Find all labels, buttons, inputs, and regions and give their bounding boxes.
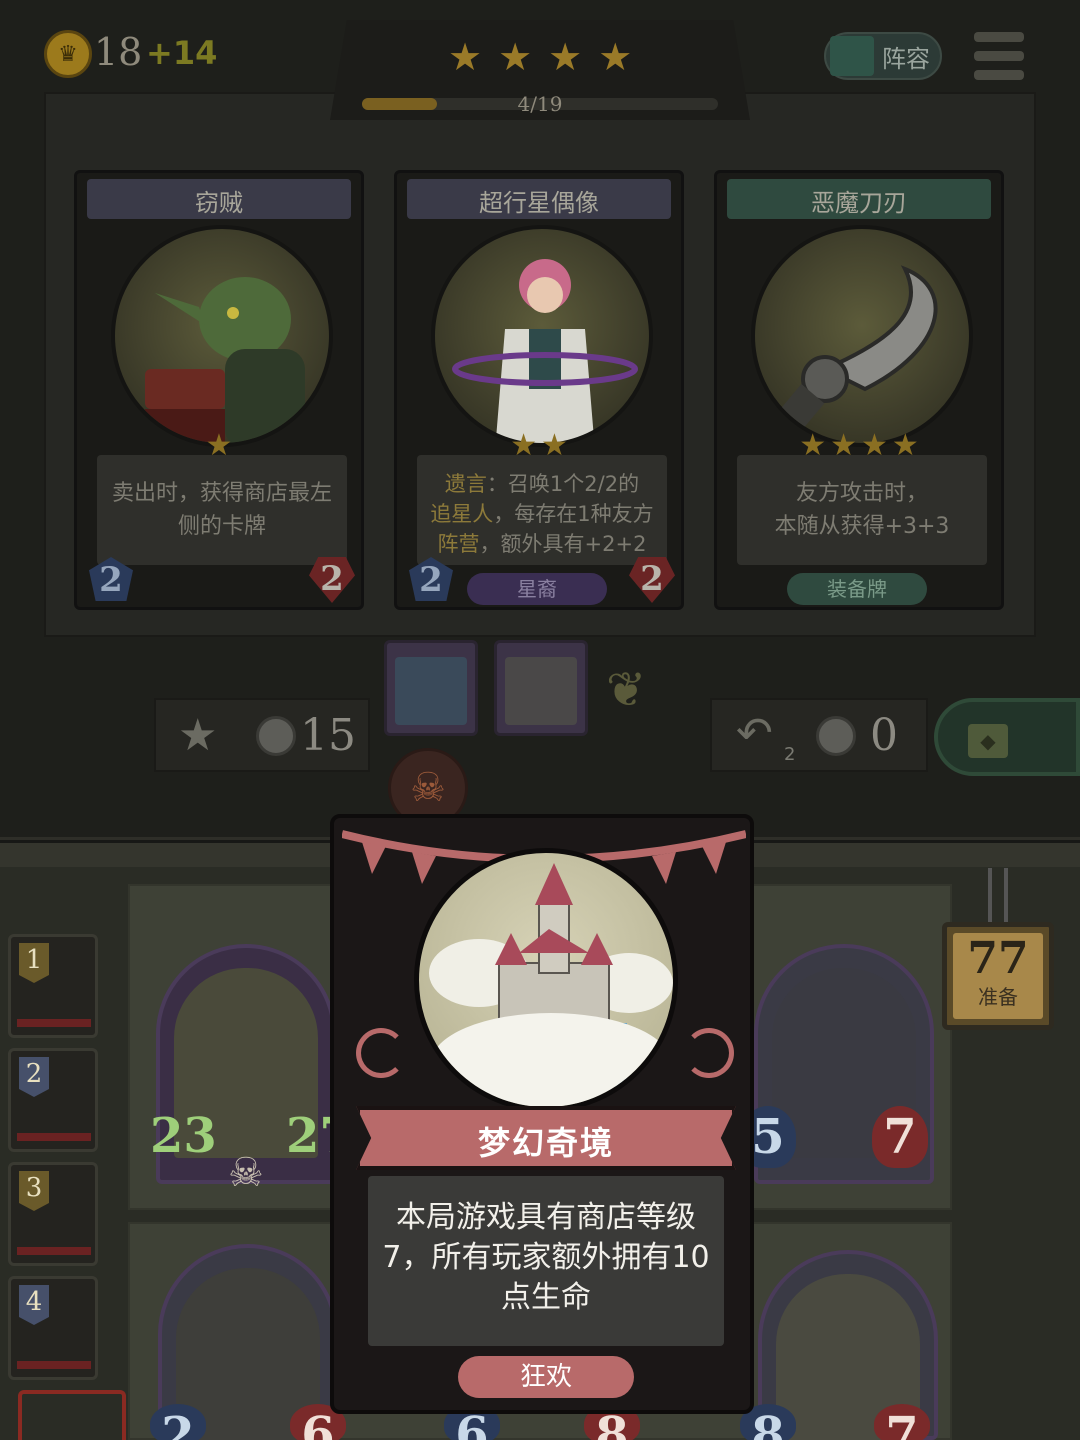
silver-coin-icon	[256, 716, 296, 756]
gold-count: 18	[94, 30, 143, 74]
minion-health: 7	[874, 1404, 930, 1440]
scroll-decoration	[684, 1028, 734, 1078]
keyword-deathrattle: 遗言	[444, 472, 487, 496]
padlock-icon: ◆	[968, 724, 1008, 758]
card-desc-text: 友方攻击时，	[795, 481, 928, 506]
minion-attack: 23	[150, 1108, 217, 1164]
book-icon	[830, 36, 874, 76]
popup-description: 本局游戏具有商店等级7，所有玩家额外拥有10点生命	[368, 1176, 724, 1346]
event-card-popup[interactable]: 梦幻奇境 本局游戏具有商店等级7，所有玩家额外拥有10点生命 狂欢	[330, 814, 754, 1414]
deck-panel: 77 准备	[953, 933, 1043, 1019]
lock-shop-button[interactable]: ◆	[934, 698, 1080, 776]
goblin-thief-portrait	[111, 225, 333, 447]
deck-label: 准备	[978, 985, 1018, 1009]
card-desc-text: ：召唤1个2/2的	[486, 472, 640, 496]
scroll-decoration	[356, 1028, 406, 1078]
hand-card[interactable]: 2	[8, 1048, 98, 1152]
upgrade-cost: 15	[300, 710, 356, 761]
hand-slot-number: 3	[19, 1171, 49, 1211]
card-tribe-tag: 星裔	[467, 573, 607, 605]
crown-coin-icon: ♛	[44, 30, 92, 78]
star-icon: ★	[598, 35, 633, 79]
deck-counter[interactable]: 77 准备	[942, 922, 1054, 1030]
hand-card-bar	[17, 1361, 91, 1369]
deck-count: 77	[967, 933, 1029, 984]
card-description: 遗言：召唤1个2/2的 追星人，每存在1种友方 阵营，额外具有+2+2	[417, 455, 667, 565]
shop-card-thief[interactable]: 窃贼 ★ 卖出时，获得商店最左侧的卡牌 2 2	[74, 170, 364, 610]
spell-card-mini[interactable]	[384, 640, 478, 736]
hamburger-menu-icon[interactable]	[974, 32, 1024, 80]
health-badge: 2	[309, 557, 355, 603]
leaf-pile-icon[interactable]: ❦	[606, 660, 698, 720]
shop-board: ♛ 18 +14 ★ ★ ★ ★ 4/19 阵容 窃贼 ★ 卖出时，获得商店最左…	[0, 0, 1080, 840]
hand-slot-number: 4	[19, 1285, 49, 1325]
health-badge: 2	[629, 557, 675, 603]
hand-card-bar	[17, 1019, 91, 1027]
refresh-arrow-icon: ↶	[736, 708, 773, 759]
refresh-cost: 0	[870, 710, 898, 761]
hand-card-bar	[17, 1247, 91, 1255]
tier-progress-text: 4/19	[517, 92, 563, 116]
card-description: 卖出时，获得商店最左侧的卡牌	[97, 455, 347, 565]
card-name: 超行星偶像	[479, 189, 599, 217]
tier-stars: ★ ★ ★ ★	[448, 38, 632, 76]
upgrade-shop-button[interactable]: ★ 15	[154, 698, 370, 772]
gold-income: +14	[146, 34, 218, 72]
lineup-button[interactable]: 阵容	[824, 32, 942, 80]
popup-title: 梦幻奇境	[477, 1124, 614, 1162]
refresh-count: 2	[784, 744, 796, 765]
hand-slot-number: 2	[19, 1057, 49, 1097]
chain-icon	[988, 868, 1008, 924]
selected-hand-slot[interactable]	[18, 1390, 126, 1440]
card-type-tag: 装备牌	[787, 573, 927, 605]
hand-card[interactable]: 3	[8, 1162, 98, 1266]
tier-progress-fill	[362, 98, 437, 110]
refresh-shop-button[interactable]: ↶ 2 0	[710, 698, 928, 772]
lineup-label: 阵容	[882, 44, 930, 73]
idol-portrait	[431, 225, 653, 447]
shop-card-demon-blade[interactable]: 恶魔刀刃 ★ ★ ★ ★ 友方攻击时， 本随从获得+3+3 装备牌	[714, 170, 1004, 610]
card-name: 恶魔刀刃	[811, 189, 907, 217]
card-description: 友方攻击时， 本随从获得+3+3	[737, 455, 987, 565]
keyword-faction: 阵营	[437, 532, 480, 556]
hand-card[interactable]: 4	[8, 1276, 98, 1380]
card-desc-text: 卖出时，获得商店最左侧的卡牌	[111, 481, 332, 539]
shop-card-supernova-idol[interactable]: 超行星偶像 ★ ★ 遗言：召唤1个2/2的 追星人，每存在1种友方 阵营，额外具…	[394, 170, 684, 610]
star-upgrade-icon: ★	[178, 710, 218, 761]
mini-card-art	[395, 657, 467, 725]
skull-icon: ☠	[228, 1150, 264, 1196]
minion-health: 7	[872, 1106, 928, 1168]
demon-blade-portrait	[751, 225, 973, 447]
spell-card-mini[interactable]	[494, 640, 588, 736]
dream-castle-portrait	[414, 848, 678, 1112]
star-icon: ★	[448, 35, 483, 79]
minion-attack: 2	[150, 1404, 206, 1440]
title-banner: 梦幻奇境	[356, 1106, 736, 1170]
hand-card-bar	[17, 1133, 91, 1141]
silver-coin-icon	[816, 716, 856, 756]
star-icon: ★	[548, 35, 583, 79]
hand-slot-number: 1	[19, 943, 49, 983]
card-name: 窃贼	[195, 189, 243, 217]
keyword-fan: 追星人	[430, 502, 494, 526]
card-desc-text: 本随从获得+3+3	[774, 514, 950, 539]
popup-tag: 狂欢	[458, 1356, 634, 1398]
card-desc-text: ，额外具有+2+2	[479, 532, 647, 556]
card-desc-text: ，每存在1种友方	[493, 502, 654, 526]
hand-card[interactable]: 1	[8, 934, 98, 1038]
mini-card-art	[505, 657, 577, 725]
star-icon: ★	[498, 35, 533, 79]
